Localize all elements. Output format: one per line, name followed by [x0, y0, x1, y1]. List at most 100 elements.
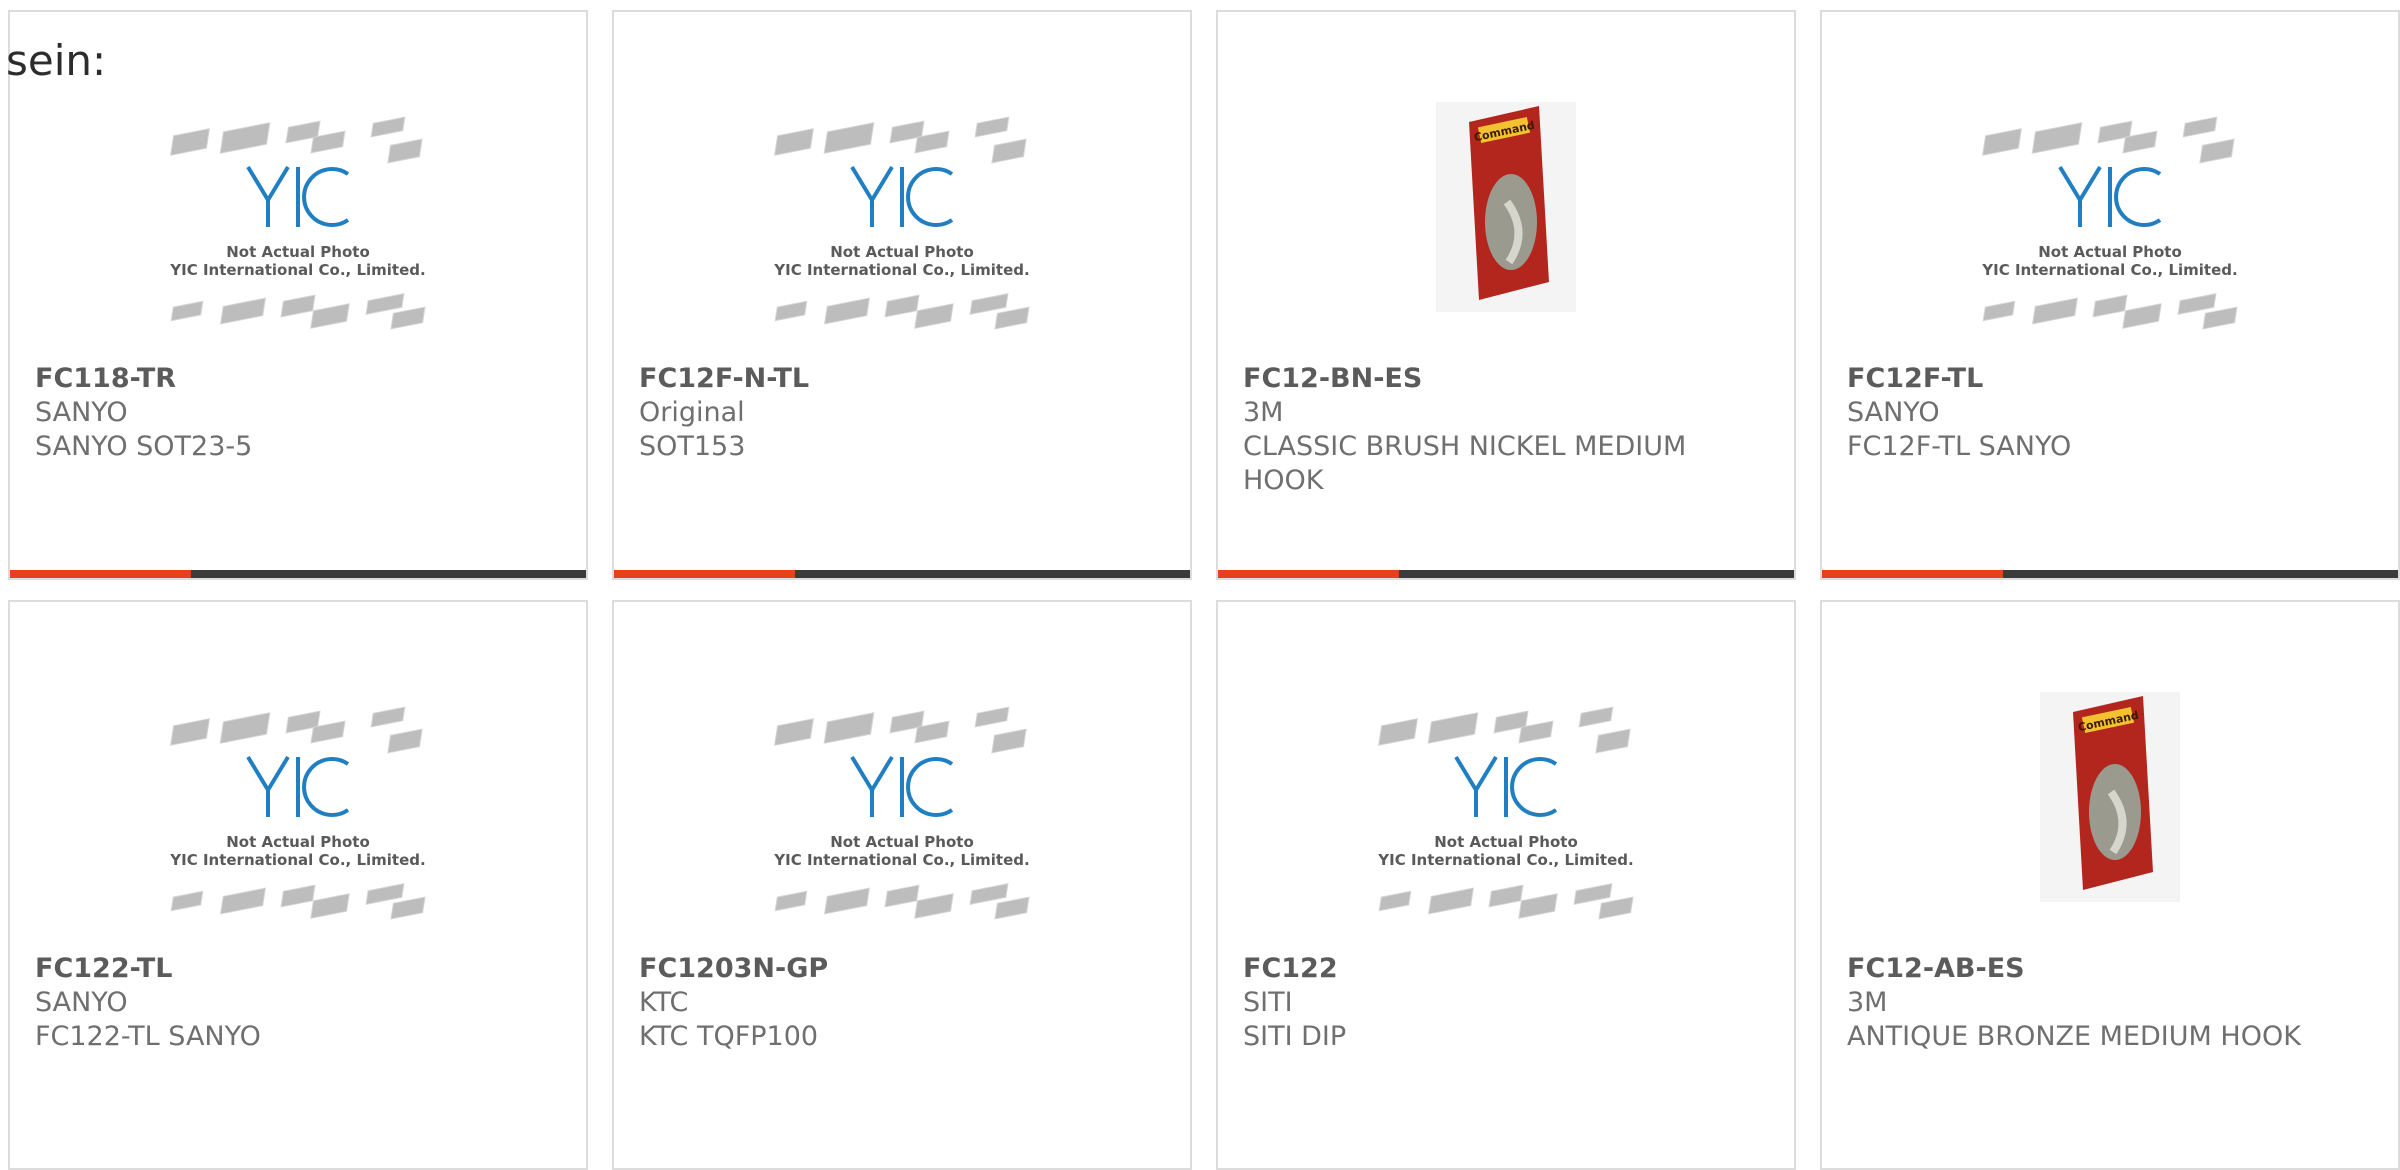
chip-graphic: [2031, 297, 2079, 325]
card-bar: [1218, 570, 1794, 578]
chip-graphic: [974, 706, 1010, 728]
yic-logo-icon: [2058, 165, 2162, 227]
chip-graphic: [914, 303, 954, 329]
product-card[interactable]: Not Actual Photo YIC International Co., L…: [1820, 10, 2400, 580]
card-bar-accent: [614, 570, 796, 578]
chip-graphic: [1378, 890, 1412, 912]
part-number[interactable]: FC12-AB-ES: [1847, 952, 2378, 986]
product-image[interactable]: Not Actual Photo YIC International Co., L…: [1822, 102, 2398, 352]
chip-graphic: [2182, 116, 2218, 138]
part-number[interactable]: FC1203N-GP: [639, 952, 1170, 986]
chip-graphic: [774, 890, 808, 912]
chip-graphic: [1598, 896, 1634, 920]
product-card[interactable]: Not Actual Photo YIC International Co., L…: [612, 10, 1192, 580]
chip-graphic: [1427, 712, 1479, 744]
description: ANTIQUE BRONZE MEDIUM HOOK: [1847, 1021, 2301, 1052]
chip-graphic: [1427, 887, 1475, 915]
chip-graphic: [219, 122, 271, 154]
card-bar-accent: [1218, 570, 1400, 578]
chip-graphic: [774, 718, 814, 746]
description: SANYO SOT23-5: [35, 431, 253, 462]
chip-graphic: [969, 883, 1009, 905]
chip-graphic: [774, 128, 814, 156]
chip-graphic: [370, 116, 406, 138]
chip-graphic: [1595, 728, 1631, 754]
placeholder-line2: YIC International Co., Limited.: [1377, 851, 1633, 869]
placeholder-line1: Not Actual Photo: [830, 243, 974, 261]
product-card[interactable]: Not Actual Photo YIC International Co., L…: [8, 10, 588, 580]
chip-graphic: [390, 896, 426, 920]
part-number[interactable]: FC122-TL: [35, 952, 566, 986]
brand: KTC: [639, 987, 689, 1018]
part-number[interactable]: FC118-TR: [35, 362, 566, 396]
description: CLASSIC BRUSH NICKEL MEDIUM HOOK: [1243, 431, 1687, 496]
brand: 3M: [1847, 987, 1888, 1018]
card-bar-accent: [10, 570, 192, 578]
chip-graphic: [387, 728, 423, 754]
chip-graphic: [170, 300, 204, 322]
product-image[interactable]: Command: [1822, 692, 2398, 942]
chip-graphic: [370, 706, 406, 728]
product-image[interactable]: Not Actual Photo YIC International Co., L…: [614, 692, 1190, 942]
chip-graphic: [974, 116, 1010, 138]
placeholder-line2: YIC International Co., Limited.: [169, 261, 425, 279]
part-number[interactable]: FC12F-N-TL: [639, 362, 1170, 396]
brand: SANYO: [35, 397, 128, 428]
placeholder-line1: Not Actual Photo: [830, 833, 974, 851]
card-bar-accent: [1822, 570, 2004, 578]
chip-graphic: [1488, 884, 1524, 908]
chip-graphic: [170, 128, 210, 156]
placeholder-line1: Not Actual Photo: [226, 833, 370, 851]
product-image[interactable]: Not Actual Photo YIC International Co., L…: [1218, 692, 1794, 942]
part-number[interactable]: FC12F-TL: [1847, 362, 2378, 396]
product-image[interactable]: Not Actual Photo YIC International Co., L…: [614, 102, 1190, 352]
product-card[interactable]: Not Actual Photo YIC International Co., L…: [612, 600, 1192, 1170]
placeholder-line1: Not Actual Photo: [1434, 833, 1578, 851]
card-bar: [1822, 570, 2398, 578]
yic-logo-icon: [246, 165, 350, 227]
product-card[interactable]: Not Actual Photo YIC International Co., L…: [8, 600, 588, 1170]
placeholder-line2: YIC International Co., Limited.: [1981, 261, 2237, 279]
chip-graphic: [219, 887, 267, 915]
chip-graphic: [914, 893, 954, 919]
chip-graphic: [884, 884, 920, 908]
part-number[interactable]: FC122: [1243, 952, 1774, 986]
chip-graphic: [991, 138, 1027, 164]
chip-graphic: [994, 306, 1030, 330]
chip-graphic: [774, 300, 808, 322]
chip-graphic: [1578, 706, 1614, 728]
chip-graphic: [1573, 883, 1613, 905]
description: FC122-TL SANYO: [35, 1021, 261, 1052]
chip-graphic: [2199, 138, 2235, 164]
chip-graphic: [969, 293, 1009, 315]
chip-graphic: [387, 138, 423, 164]
chip-graphic: [310, 893, 350, 919]
chip-graphic: [2122, 303, 2162, 329]
chip-graphic: [1982, 128, 2022, 156]
part-number[interactable]: FC12-BN-ES: [1243, 362, 1774, 396]
product-image[interactable]: Not Actual Photo YIC International Co., L…: [10, 102, 586, 352]
chip-graphic: [1518, 893, 1558, 919]
chip-graphic: [1378, 718, 1418, 746]
product-card[interactable]: Command FC12-BN-ES 3M CLASSIC BRUSH NICK…: [1216, 10, 1796, 580]
product-image[interactable]: Command: [1218, 102, 1794, 352]
product-image[interactable]: Not Actual Photo YIC International Co., L…: [10, 692, 586, 942]
product-card[interactable]: Command FC12-AB-ES 3M ANTIQUE BRONZE MED…: [1820, 600, 2400, 1170]
yic-logo-icon: [1454, 755, 1558, 817]
placeholder-line2: YIC International Co., Limited.: [773, 261, 1029, 279]
chip-graphic: [823, 712, 875, 744]
product-card[interactable]: Not Actual Photo YIC International Co., L…: [1216, 600, 1796, 1170]
chip-graphic: [310, 303, 350, 329]
chip-graphic: [365, 293, 405, 315]
card-bar: [10, 570, 586, 578]
yic-logo-icon: [850, 165, 954, 227]
brand: Original: [639, 397, 745, 428]
brand: SANYO: [1847, 397, 1940, 428]
placeholder-line2: YIC International Co., Limited.: [169, 851, 425, 869]
chip-graphic: [170, 890, 204, 912]
chip-graphic: [170, 718, 210, 746]
chip-graphic: [219, 712, 271, 744]
chip-graphic: [219, 297, 267, 325]
chip-graphic: [280, 884, 316, 908]
brand: SANYO: [35, 987, 128, 1018]
